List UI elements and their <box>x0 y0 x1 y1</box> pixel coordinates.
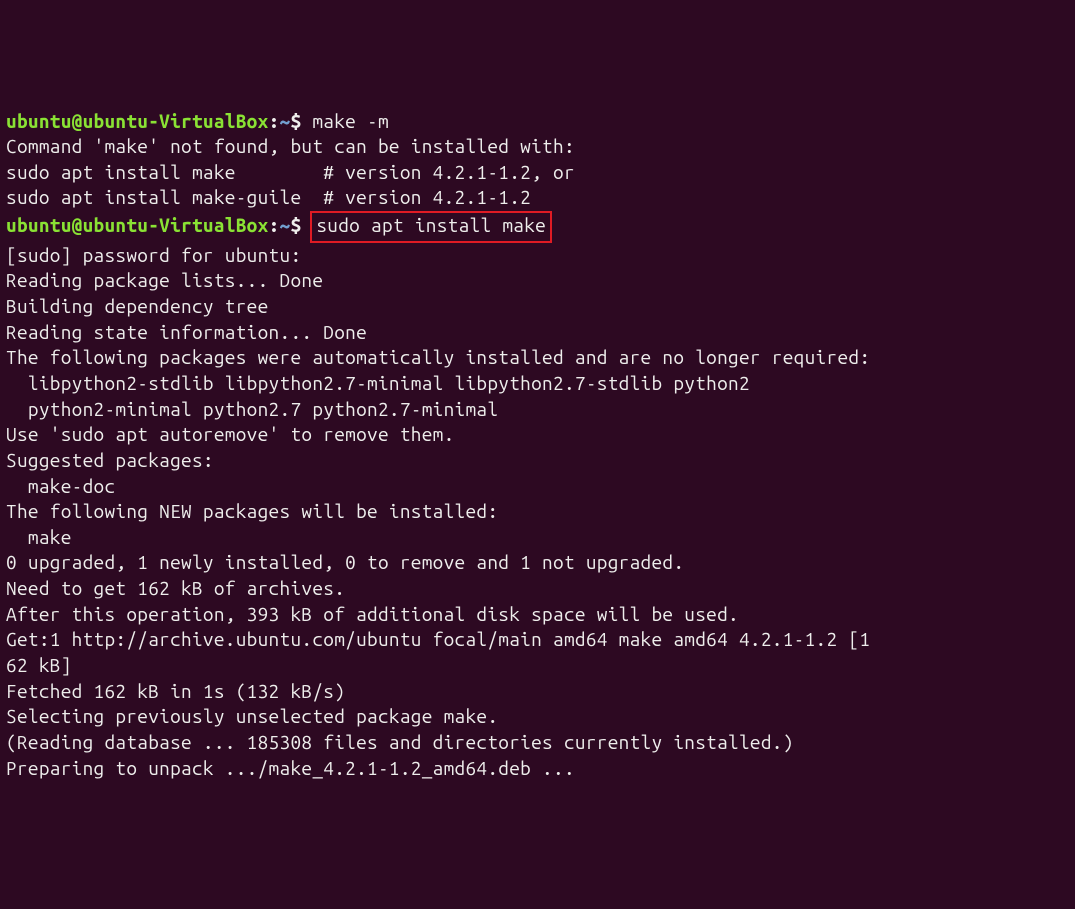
colon: : <box>269 110 280 132</box>
highlighted-command: sudo apt install make <box>310 211 552 243</box>
dollar: $ <box>290 110 312 132</box>
output-line: The following packages were automaticall… <box>6 345 1075 371</box>
output-line: Reading state information... Done <box>6 320 1075 346</box>
colon: : <box>269 214 280 236</box>
output-line: 0 upgraded, 1 newly installed, 0 to remo… <box>6 550 1075 576</box>
command-1: make -m <box>312 110 389 132</box>
output-line: sudo apt install make # version 4.2.1-1.… <box>6 160 1075 186</box>
tilde: ~ <box>280 110 291 132</box>
output-line: After this operation, 393 kB of addition… <box>6 602 1075 628</box>
output-line: (Reading database ... 185308 files and d… <box>6 730 1075 756</box>
output-line: make <box>6 525 1075 551</box>
tilde: ~ <box>280 214 291 236</box>
prompt-line-2: ubuntu@ubuntu-VirtualBox:~$ sudo apt ins… <box>6 211 1075 243</box>
prompt-line-1: ubuntu@ubuntu-VirtualBox:~$ make -m <box>6 109 1075 135</box>
user-host: ubuntu@ubuntu-VirtualBox <box>6 214 269 236</box>
output-line: Use 'sudo apt autoremove' to remove them… <box>6 422 1075 448</box>
output-line: [sudo] password for ubuntu: <box>6 243 1075 269</box>
output-line: make-doc <box>6 474 1075 500</box>
user-host: ubuntu@ubuntu-VirtualBox <box>6 110 269 132</box>
output-line: Get:1 http://archive.ubuntu.com/ubuntu f… <box>6 627 1075 653</box>
output-line: The following NEW packages will be insta… <box>6 499 1075 525</box>
dollar: $ <box>290 214 312 236</box>
output-line: Fetched 162 kB in 1s (132 kB/s) <box>6 679 1075 705</box>
output-line: Need to get 162 kB of archives. <box>6 576 1075 602</box>
output-line: python2-minimal python2.7 python2.7-mini… <box>6 397 1075 423</box>
terminal-output[interactable]: ubuntu@ubuntu-VirtualBox:~$ make -mComma… <box>6 109 1075 782</box>
output-line: libpython2-stdlib libpython2.7-minimal l… <box>6 371 1075 397</box>
output-line: Preparing to unpack .../make_4.2.1-1.2_a… <box>6 756 1075 782</box>
output-line: sudo apt install make-guile # version 4.… <box>6 185 1075 211</box>
command-2: sudo apt install make <box>316 214 546 236</box>
output-line: Selecting previously unselected package … <box>6 704 1075 730</box>
output-line: Command 'make' not found, but can be ins… <box>6 134 1075 160</box>
output-line: Reading package lists... Done <box>6 268 1075 294</box>
output-line: 62 kB] <box>6 653 1075 679</box>
output-line: Building dependency tree <box>6 294 1075 320</box>
output-line: Suggested packages: <box>6 448 1075 474</box>
